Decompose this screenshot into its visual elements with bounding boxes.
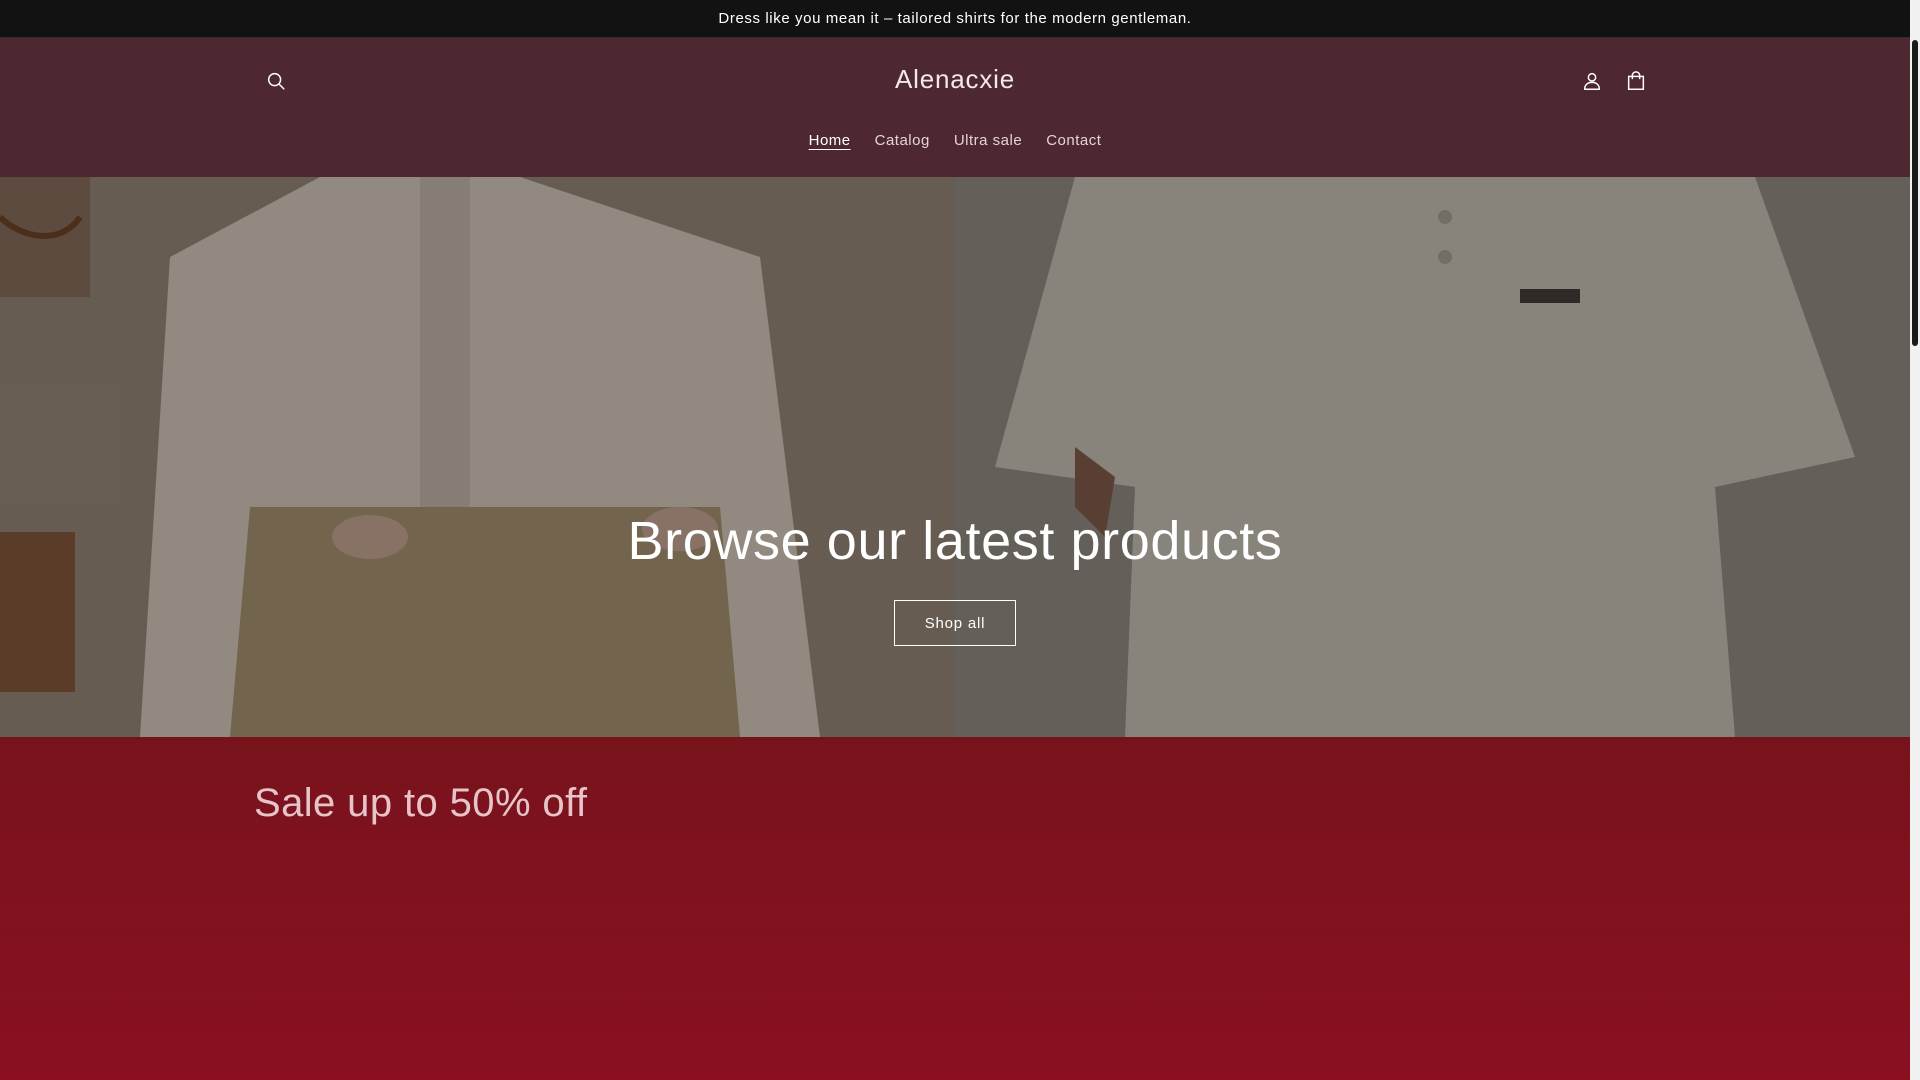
page-scrollbar[interactable] xyxy=(1910,0,1920,1080)
nav-item-home[interactable]: Home xyxy=(797,124,863,157)
page: Dress like you mean it – tailored shirts… xyxy=(0,0,1920,1080)
main-nav: Home Catalog Ultra sale Contact xyxy=(0,124,1910,157)
nav-item-ultra-sale[interactable]: Ultra sale xyxy=(942,124,1034,157)
announcement-bar: Dress like you mean it – tailored shirts… xyxy=(0,0,1910,38)
nav-item-contact[interactable]: Contact xyxy=(1034,124,1113,157)
hero-banner: Browse our latest products Shop all xyxy=(0,177,1910,737)
site-header: Alenacxie Home Catalog Ultra sale Contac… xyxy=(0,38,1910,177)
hero-heading: Browse our latest products xyxy=(627,511,1283,571)
sale-section: Sale up to 50% off xyxy=(0,737,1910,1080)
store-logo[interactable]: Alenacxie xyxy=(895,64,1015,94)
account-icon[interactable] xyxy=(1570,59,1614,103)
cart-icon[interactable] xyxy=(1614,59,1658,103)
announcement-text: Dress like you mean it – tailored shirts… xyxy=(718,10,1192,27)
shop-all-button[interactable]: Shop all xyxy=(894,600,1016,646)
sale-heading: Sale up to 50% off xyxy=(254,781,588,825)
nav-item-catalog[interactable]: Catalog xyxy=(863,124,942,157)
hero-overlay xyxy=(0,177,1910,737)
scrollbar-thumb[interactable] xyxy=(1912,40,1918,346)
search-icon[interactable] xyxy=(254,59,298,103)
